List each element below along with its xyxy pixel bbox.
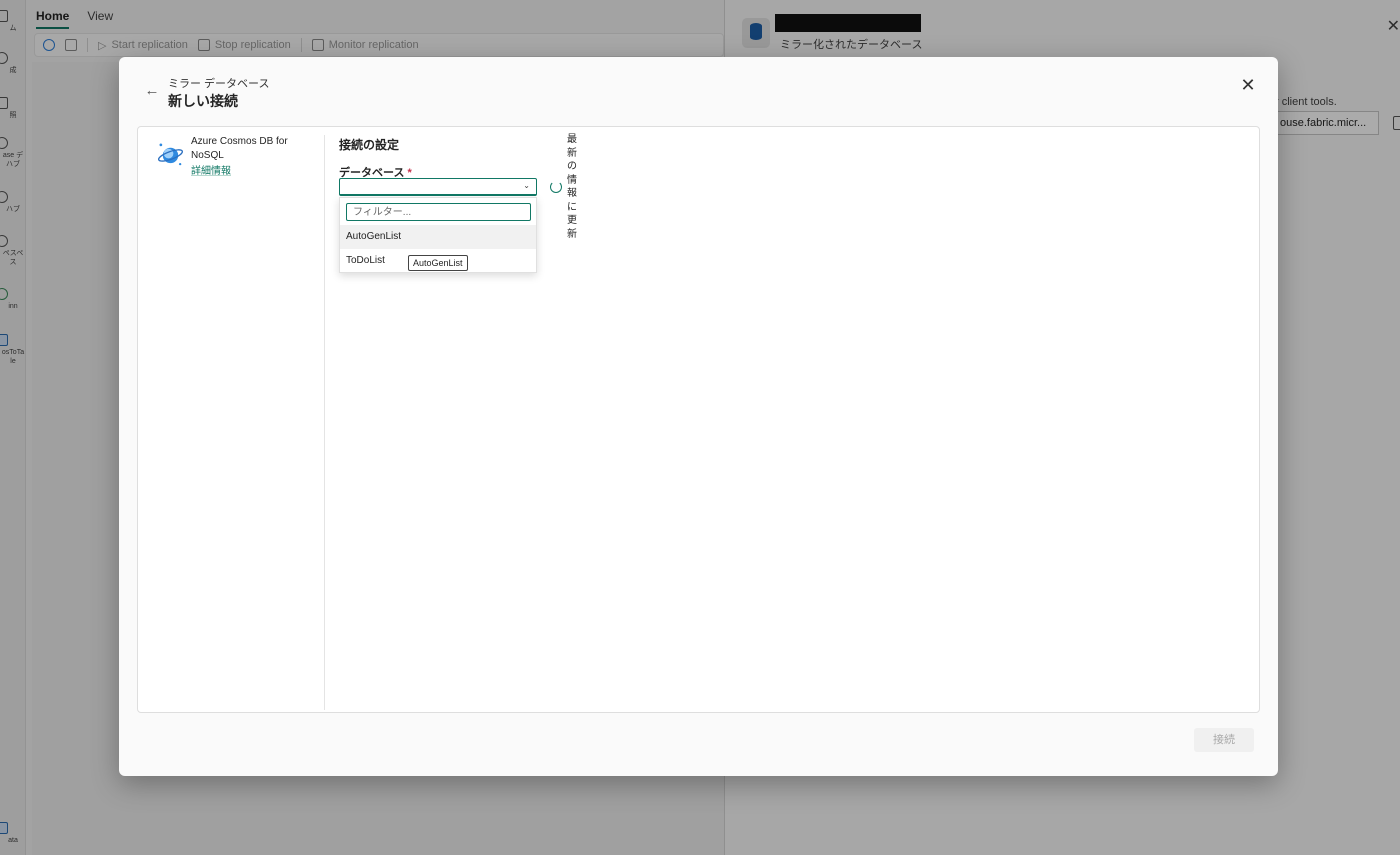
connect-button[interactable]: 接続: [1194, 728, 1254, 752]
connection-content: Azure Cosmos DB for NoSQL 詳細情報 接続の設定 データ…: [137, 126, 1260, 713]
dialog-title: 新しい接続: [168, 93, 238, 109]
new-connection-dialog: ← ミラー データベース 新しい接続 ✕ Azure Cosmos DB for…: [119, 57, 1278, 776]
refresh-icon[interactable]: [550, 181, 562, 193]
close-icon[interactable]: ✕: [1238, 75, 1258, 95]
dropdown-option[interactable]: AutoGenList: [340, 225, 536, 249]
chevron-down-icon: ⌄: [523, 181, 530, 190]
learn-more-link[interactable]: 詳細情報: [191, 162, 231, 177]
refresh-label[interactable]: 最新の情報に更新: [567, 133, 579, 241]
filter-input[interactable]: [346, 203, 531, 221]
breadcrumb: ミラー データベース: [168, 78, 270, 90]
section-title: 接続の設定: [339, 138, 400, 152]
tooltip: AutoGenList: [408, 255, 468, 271]
source-name: Azure Cosmos DB for NoSQL: [191, 136, 288, 161]
cosmos-db-icon: [157, 143, 184, 166]
source-info: Azure Cosmos DB for NoSQL 詳細情報: [138, 135, 325, 710]
back-arrow-icon[interactable]: ←: [143, 82, 161, 100]
database-dropdown[interactable]: ⌄: [339, 178, 537, 196]
